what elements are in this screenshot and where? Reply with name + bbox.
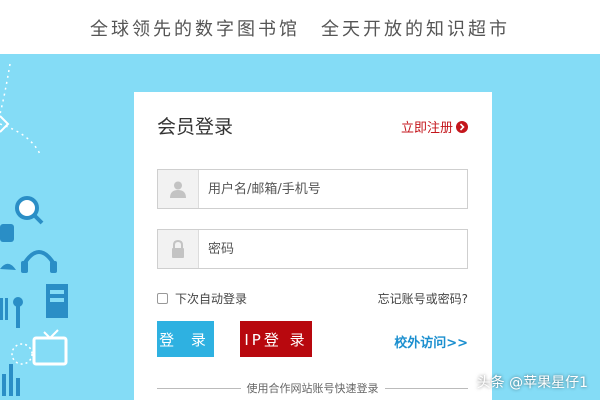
login-title: 会员登录 bbox=[157, 116, 234, 138]
ip-login-button[interactable]: IP登 录 bbox=[240, 321, 312, 357]
search-icon bbox=[15, 196, 44, 225]
remember-me[interactable]: 下次自动登录 bbox=[157, 290, 247, 307]
headphones-icon bbox=[21, 250, 57, 273]
bar-chart-icon bbox=[2, 364, 20, 396]
register-label: 立即注册 bbox=[400, 121, 453, 136]
off-campus-access-link[interactable]: 校外访问>> bbox=[394, 332, 468, 351]
watermark: 头条 @苹果星仔1 bbox=[476, 375, 588, 391]
dotted-arc-icon bbox=[0, 123, 41, 155]
login-card: 会员登录 立即注册 下次自动登录 忘记账号或密码? 登 录 IP登 录 校外访问 bbox=[134, 92, 492, 400]
password-input[interactable] bbox=[199, 230, 467, 268]
tv-icon bbox=[32, 329, 68, 366]
lock-icon bbox=[158, 230, 199, 268]
divider-line bbox=[384, 387, 468, 389]
forgot-password-link[interactable]: 忘记账号或密码? bbox=[378, 290, 468, 307]
slogan: 全球领先的数字图书馆 全天开放的知识超市 bbox=[90, 19, 510, 40]
username-field[interactable] bbox=[157, 169, 468, 209]
device-icon bbox=[46, 284, 68, 318]
partner-login-divider: 使用合作网站账号快速登录 bbox=[157, 380, 468, 396]
cloud-icon bbox=[0, 263, 16, 270]
utensils-icon bbox=[0, 297, 23, 328]
decorative-icons bbox=[0, 63, 68, 396]
partner-login-label: 使用合作网站账号快速登录 bbox=[246, 382, 379, 395]
top-banner: 全球领先的数字图书馆 全天开放的知识超市 bbox=[0, 0, 600, 54]
arrow-right-icon bbox=[456, 120, 468, 133]
register-link[interactable]: 立即注册 bbox=[401, 117, 468, 136]
user-icon bbox=[158, 170, 199, 208]
cup-icon bbox=[0, 224, 14, 242]
remember-label: 下次自动登录 bbox=[175, 292, 248, 306]
login-button[interactable]: 登 录 bbox=[157, 321, 214, 357]
password-field[interactable] bbox=[157, 229, 468, 269]
remember-checkbox[interactable] bbox=[157, 293, 168, 304]
divider-line bbox=[157, 387, 241, 389]
username-input[interactable] bbox=[199, 170, 467, 208]
